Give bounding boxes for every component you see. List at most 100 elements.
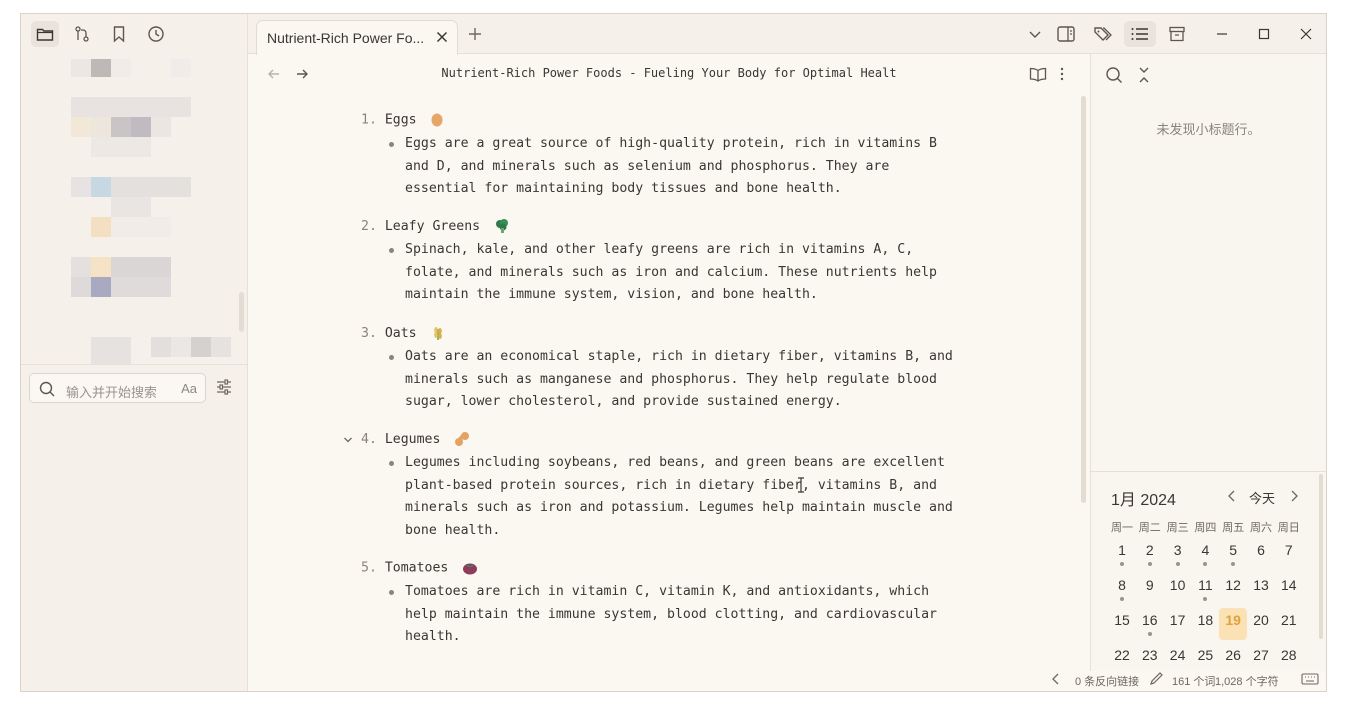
calendar-day-number: 19 xyxy=(1225,612,1241,628)
calendar-day-number: 12 xyxy=(1225,577,1241,593)
chevron-left-icon xyxy=(1228,490,1235,502)
app-window: 输入并开始搜索 Aa Nutrient-Rich Power Fo... Nut… xyxy=(20,13,1327,692)
calendar-day-number: 5 xyxy=(1229,542,1238,558)
character-count: 1,028 个字符 xyxy=(1215,676,1279,688)
files-tab-button[interactable] xyxy=(31,21,59,47)
list-number: 2. xyxy=(361,219,377,234)
calendar-next-button[interactable] xyxy=(1289,489,1299,507)
food-description: Eggs are a great source of high-quality … xyxy=(405,136,937,196)
calendar-day[interactable]: 15 xyxy=(1108,608,1136,640)
list-number: 3. xyxy=(361,326,377,341)
list-number: 5. xyxy=(361,560,377,576)
calendar-day[interactable]: 20 xyxy=(1247,608,1275,640)
sidebar-scrollbar[interactable] xyxy=(239,292,244,332)
calendar-day[interactable]: 7 xyxy=(1275,538,1303,570)
calendar-day[interactable]: 17 xyxy=(1164,608,1192,640)
tomato-icon xyxy=(463,563,478,575)
food-description: Oats are an economical staple, rich in d… xyxy=(405,349,953,409)
calendar-day[interactable]: 16 xyxy=(1136,608,1164,640)
sliders-icon xyxy=(217,379,231,395)
food-name: Leafy Greens xyxy=(384,219,481,234)
calendar-day[interactable]: 13 xyxy=(1247,573,1275,605)
keyboard-icon[interactable] xyxy=(1301,672,1319,686)
calendar-weekday: 周二 xyxy=(1138,522,1161,534)
tab-close-button[interactable] xyxy=(435,30,449,49)
collapse-all-button[interactable] xyxy=(1137,66,1151,89)
list-icon xyxy=(1131,28,1148,40)
folder-icon xyxy=(36,28,54,41)
calendar-day[interactable]: 21 xyxy=(1275,608,1303,640)
calendar-today-button[interactable]: 今天 xyxy=(1249,488,1275,507)
list-item-heading: 2. Leafy Greens xyxy=(361,218,510,234)
outline-button[interactable] xyxy=(1124,21,1156,47)
reading-view-button[interactable] xyxy=(1029,66,1047,87)
calendar-day[interactable]: 1 xyxy=(1108,538,1136,570)
chevron-down-icon xyxy=(1029,31,1041,38)
tab-list-dropdown[interactable] xyxy=(1027,26,1043,47)
tags-button[interactable] xyxy=(1093,25,1113,48)
search-icon xyxy=(39,381,55,397)
calendar-day[interactable]: 11 xyxy=(1191,573,1219,605)
calendar-day[interactable]: 18 xyxy=(1191,608,1219,640)
pencil-icon[interactable] xyxy=(1149,672,1165,686)
food-description: Legumes including soybeans, red beans, a… xyxy=(405,455,953,538)
list-item-heading: 3. Oats xyxy=(361,325,445,341)
calendar-day-number: 3 xyxy=(1173,542,1182,558)
food-name: Tomatoes xyxy=(384,560,449,576)
more-options-button[interactable] xyxy=(1059,66,1065,87)
bookmarks-tab-button[interactable] xyxy=(105,21,133,47)
minimize-button[interactable] xyxy=(1215,27,1229,46)
right-sidebar-scrollbar[interactable] xyxy=(1319,474,1323,639)
list-number: 4. xyxy=(361,432,377,447)
search-placeholder[interactable]: 输入并开始搜索 xyxy=(66,382,156,401)
note-indicator-dot xyxy=(1147,632,1152,636)
calendar-day-number: 18 xyxy=(1197,612,1214,628)
maximize-button[interactable] xyxy=(1257,27,1271,46)
editor-scrollbar[interactable] xyxy=(1081,96,1086,503)
toggle-right-sidebar-button[interactable] xyxy=(1056,25,1076,48)
calendar-day[interactable]: 14 xyxy=(1275,573,1303,605)
calendar-day-number: 9 xyxy=(1145,577,1154,593)
new-tab-button[interactable] xyxy=(467,26,483,47)
calendar-day[interactable]: 9 xyxy=(1136,573,1164,605)
note-indicator-dot xyxy=(1203,597,1208,601)
sidebar-right-icon xyxy=(1057,26,1075,42)
match-case-toggle[interactable]: Aa xyxy=(181,381,197,396)
document-title[interactable]: Nutrient-Rich Power Foods - Fueling Your… xyxy=(248,66,1090,80)
calendar-day-number: 4 xyxy=(1201,542,1210,558)
archive-icon xyxy=(1169,26,1185,42)
recent-tab-button[interactable] xyxy=(142,21,170,47)
fold-toggle[interactable] xyxy=(343,434,353,449)
git-branch-icon xyxy=(75,26,89,42)
food-name: Oats xyxy=(384,326,417,341)
search-input[interactable]: 输入并开始搜索 Aa xyxy=(29,373,206,403)
close-window-button[interactable] xyxy=(1299,27,1313,46)
editor-pane: Nutrient-Rich Power Foods - Fueling Your… xyxy=(248,54,1090,691)
calendar-day[interactable]: 3 xyxy=(1164,538,1192,570)
search-settings-button[interactable] xyxy=(215,378,233,401)
tags-icon xyxy=(1094,27,1112,41)
tab-active-note[interactable]: Nutrient-Rich Power Fo... xyxy=(256,20,458,55)
backlinks-count[interactable]: 0 条反向链接 xyxy=(1075,673,1139,689)
book-open-icon xyxy=(1029,67,1047,82)
calendar-day-number: 20 xyxy=(1253,612,1269,628)
calendar-day[interactable]: 12 xyxy=(1219,573,1247,605)
calendar-prev-button[interactable] xyxy=(1227,489,1237,507)
calendar-day-today[interactable]: 19 xyxy=(1219,608,1248,640)
list-item-heading: 1. Eggs xyxy=(361,112,443,128)
chevron-left-icon[interactable] xyxy=(1051,672,1061,686)
calendar-weekday: 周日 xyxy=(1277,522,1300,534)
outline-search-button[interactable] xyxy=(1105,66,1123,89)
calendar-day-number: 13 xyxy=(1253,577,1269,593)
calendar-day[interactable]: 8 xyxy=(1108,573,1136,605)
git-tab-button[interactable] xyxy=(68,21,96,47)
chevron-down-icon xyxy=(344,437,352,443)
calendar-day[interactable]: 2 xyxy=(1136,538,1164,570)
tab-title[interactable]: Nutrient-Rich Power Fo... xyxy=(267,30,424,46)
calendar-day[interactable]: 5 xyxy=(1219,538,1247,570)
archive-button[interactable] xyxy=(1168,25,1186,48)
calendar-day-number: 8 xyxy=(1118,577,1126,593)
calendar-day[interactable]: 4 xyxy=(1191,538,1219,570)
calendar-day[interactable]: 6 xyxy=(1247,538,1275,570)
calendar-day[interactable]: 10 xyxy=(1164,573,1192,605)
